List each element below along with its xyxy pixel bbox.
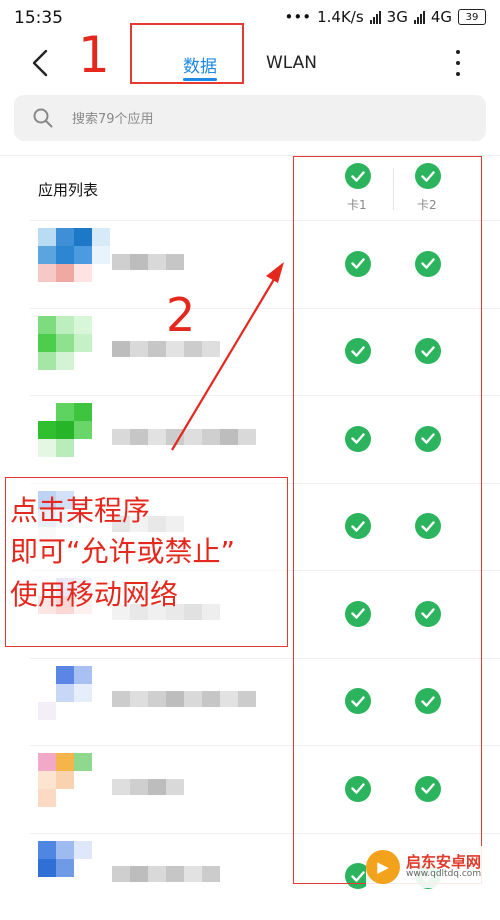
list-title: 应用列表 <box>38 179 98 200</box>
app-name-blurred <box>112 779 184 795</box>
annotation-note-line: 即可“允许或禁止” <box>10 538 235 566</box>
network-type-1: 3G <box>387 8 408 26</box>
status-indicators: ••• 1.4K/s 3G 4G 39 <box>285 8 486 26</box>
app-name-blurred <box>112 254 184 270</box>
annotation-note-line: 点击某程序 <box>10 497 150 525</box>
annotation-number-2: 2 <box>166 292 195 338</box>
app-name-blurred <box>112 866 220 882</box>
more-options-button[interactable] <box>450 50 466 76</box>
app-icon <box>38 841 110 895</box>
status-time: 15:35 <box>14 8 63 28</box>
app-icon <box>38 316 110 370</box>
network-speed: 1.4K/s <box>317 8 364 26</box>
app-name-blurred <box>112 341 220 357</box>
signal-icon <box>414 11 425 24</box>
tab-data[interactable]: 数据 <box>183 52 217 77</box>
app-icon <box>38 666 110 720</box>
battery-level: 39 <box>466 12 479 23</box>
app-name-blurred <box>112 429 256 445</box>
app-name-blurred <box>112 691 256 707</box>
app-icon <box>38 403 110 457</box>
search-input[interactable] <box>70 103 464 135</box>
chevron-left-icon <box>28 48 56 78</box>
network-type-2: 4G <box>431 8 452 26</box>
active-tab-indicator <box>183 78 217 81</box>
battery-icon: 39 <box>458 9 486 25</box>
watermark-title: 启东安卓网 <box>406 854 481 871</box>
annotation-number-1: 1 <box>78 30 110 80</box>
watermark-url: www.qdltdq.com <box>406 870 481 880</box>
more-vertical-icon <box>456 50 460 54</box>
annotation-highlight-box <box>293 156 482 884</box>
annotation-note-line: 使用移动网络 <box>10 581 178 609</box>
more-status-icon: ••• <box>285 8 312 26</box>
watermark-logo-icon: ▶ <box>366 850 400 884</box>
watermark: ▶ 启东安卓网 www.qdltdq.com <box>366 846 498 888</box>
tab-wlan[interactable]: WLAN <box>266 53 317 73</box>
search-bar[interactable] <box>14 95 486 141</box>
app-icon <box>38 753 110 807</box>
search-icon <box>32 107 54 129</box>
status-bar: 15:35 ••• 1.4K/s 3G 4G 39 <box>0 0 500 36</box>
app-icon <box>38 228 110 282</box>
signal-icon <box>370 11 381 24</box>
back-button[interactable] <box>28 48 56 78</box>
